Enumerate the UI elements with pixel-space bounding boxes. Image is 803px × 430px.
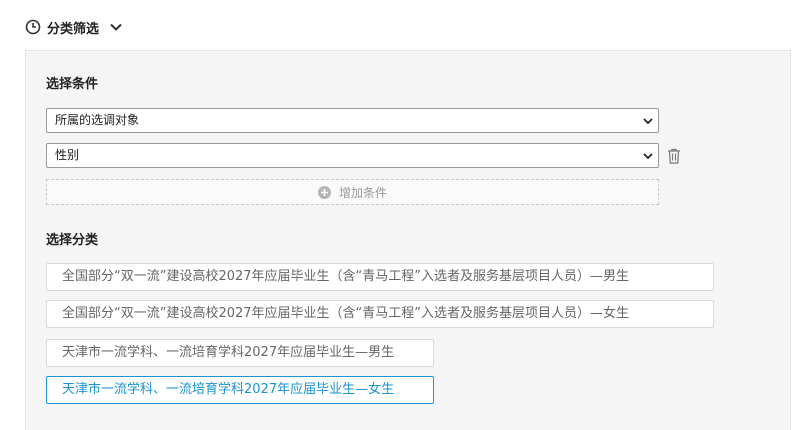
filter-title: 分类筛选 [47,21,100,37]
chevron-down-icon[interactable] [109,20,123,34]
conditions-title: 选择条件 [46,77,99,92]
condition-select-2[interactable]: 性别 [46,143,659,168]
condition-select-1-value: 所属的选调对象 [55,113,140,127]
dropdown-arrow-icon [643,118,653,125]
category-option[interactable]: 全国部分“双一流”建设高校2027年应届毕业生（含“青马工程”入选者及服务基层项… [46,263,714,291]
condition-select-1[interactable]: 所属的选调对象 [46,108,659,133]
add-condition-button[interactable]: 增加条件 [46,179,659,205]
category-option[interactable]: 天津市一流学科、一流培育学科2027年应届毕业生—男生 [46,339,434,367]
condition-select-2-value: 性别 [55,148,80,162]
category-option[interactable]: 全国部分“双一流”建设高校2027年应届毕业生（含“青马工程”入选者及服务基层项… [46,300,714,328]
clock-icon [25,19,41,35]
filter-header[interactable]: 分类筛选 [25,17,123,37]
add-condition-label: 增加条件 [338,185,387,200]
trash-icon[interactable] [667,148,681,164]
categories-title: 选择分类 [46,233,99,248]
dropdown-arrow-icon [643,153,653,160]
category-option-selected[interactable]: 天津市一流学科、一流培育学科2027年应届毕业生—女生 [46,376,434,404]
plus-circle-icon [317,185,331,199]
filter-panel: 选择条件 所属的选调对象 性别 增加条件 选择分类 全国部分“双一流”建设高校2… [25,50,791,430]
